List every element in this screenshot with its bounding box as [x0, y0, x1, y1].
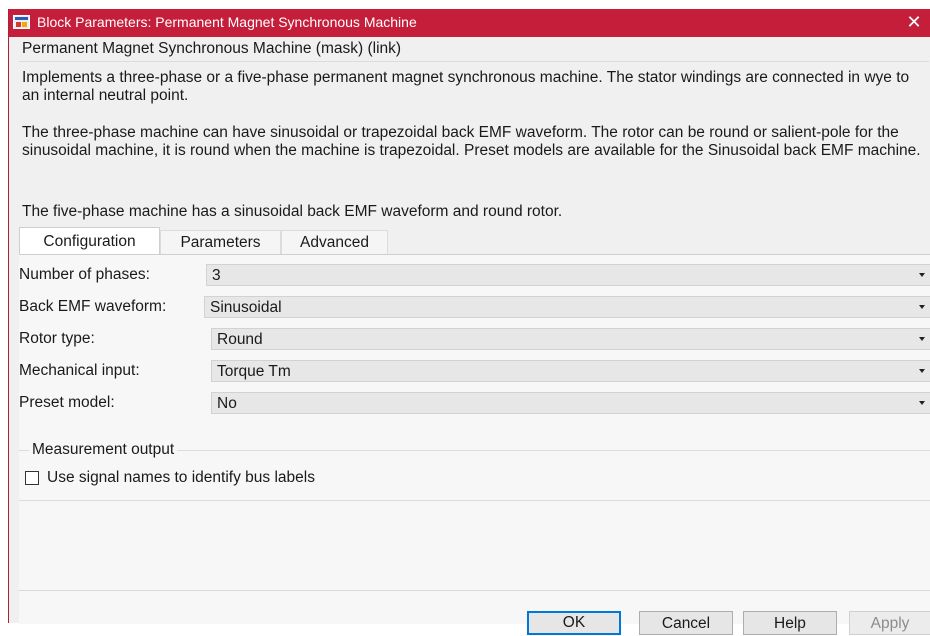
mechanical-input-label: Mechanical input:: [19, 362, 140, 379]
mechanical-input-dropdown[interactable]: Torque Tm: [211, 360, 930, 382]
dialog-content: Permanent Magnet Synchronous Machine (ma…: [9, 37, 930, 635]
dropdown-value: No: [217, 395, 237, 412]
close-icon[interactable]: ✕: [903, 11, 925, 33]
back-emf-waveform-label: Back EMF waveform:: [19, 298, 167, 315]
tab-configuration[interactable]: Configuration: [19, 227, 160, 255]
tab-advanced[interactable]: Advanced: [281, 230, 388, 254]
use-signal-names-checkbox[interactable]: [25, 471, 39, 485]
help-button[interactable]: Help: [743, 611, 837, 635]
block-title: Permanent Magnet Synchronous Machine (ma…: [22, 40, 402, 57]
rotor-type-label: Rotor type:: [19, 330, 95, 347]
rotor-type-dropdown[interactable]: Round: [211, 328, 930, 350]
back-emf-waveform-dropdown[interactable]: Sinusoidal: [204, 296, 930, 318]
chevron-down-icon: [919, 273, 925, 277]
ok-button[interactable]: OK: [527, 611, 621, 635]
number-of-phases-dropdown[interactable]: 3: [206, 264, 930, 286]
window-title: Block Parameters: Permanent Magnet Synch…: [37, 14, 417, 30]
preset-model-dropdown[interactable]: No: [211, 392, 930, 414]
description-paragraph: The three-phase machine can have sinusoi…: [22, 124, 921, 159]
chevron-down-icon: [919, 305, 925, 309]
number-of-phases-label: Number of phases:: [19, 266, 150, 283]
description-paragraph: Implements a three-phase or a five-phase…: [22, 69, 910, 104]
chevron-down-icon: [919, 369, 925, 373]
use-signal-names-label[interactable]: Use signal names to identify bus labels: [47, 468, 315, 488]
configuration-panel: Number of phases: 3 Back EMF waveform: S…: [19, 254, 930, 624]
cancel-button[interactable]: Cancel: [639, 611, 733, 635]
measurement-output-group: Measurement output Use signal names to i…: [19, 440, 930, 501]
description-panel: Implements a three-phase or a five-phase…: [19, 61, 929, 227]
tab-bar: Configuration Parameters Advanced: [19, 227, 930, 255]
simulink-block-icon: [13, 15, 30, 29]
dropdown-value: Round: [217, 331, 263, 348]
dropdown-value: Torque Tm: [217, 363, 291, 380]
dropdown-value: 3: [212, 267, 221, 284]
measurement-output-label: Measurement output: [29, 440, 178, 460]
chevron-down-icon: [919, 337, 925, 341]
description-paragraph: The five-phase machine has a sinusoidal …: [22, 203, 563, 220]
dropdown-value: Sinusoidal: [210, 299, 282, 316]
tab-parameters[interactable]: Parameters: [160, 230, 281, 254]
preset-model-label: Preset model:: [19, 394, 115, 411]
title-bar[interactable]: Block Parameters: Permanent Magnet Synch…: [9, 9, 930, 37]
button-bar: OK Cancel Help Apply: [19, 590, 930, 635]
apply-button[interactable]: Apply: [849, 611, 930, 635]
block-parameters-dialog: Block Parameters: Permanent Magnet Synch…: [8, 9, 930, 635]
chevron-down-icon: [919, 401, 925, 405]
